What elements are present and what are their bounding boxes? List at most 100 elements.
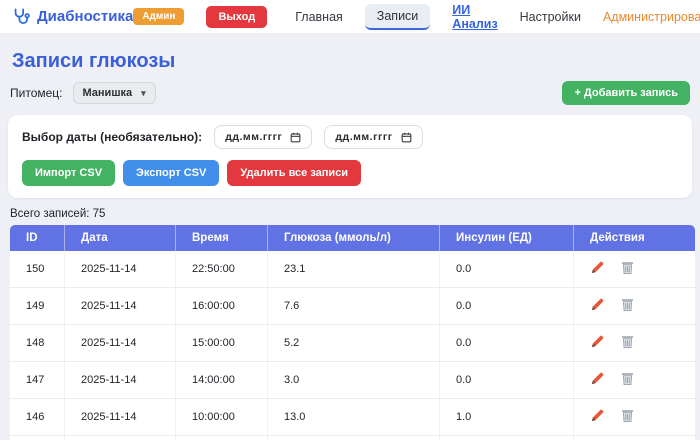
cell-date: 2025-11-14 [65,288,176,325]
add-record-button[interactable]: + Добавить запись [562,81,690,105]
records-table: ID Дата Время Глюкоза (ммоль/л) Инсулин … [10,225,695,440]
logout-button[interactable]: Выход [206,6,267,28]
cell-actions [574,362,695,399]
delete-record-button[interactable] [621,260,634,278]
trash-icon [621,297,634,312]
nav-ai-analysis[interactable]: ИИ Анализ [452,3,497,31]
cell-insulin: 0.0 [440,288,574,325]
pet-select-value: Манишка [83,87,133,99]
cell-id: 147 [10,362,65,399]
col-id: ID [10,225,65,251]
calendar-icon[interactable] [290,132,301,143]
page-title: Записи глюкозы [12,50,688,73]
chevron-down-icon: ▾ [141,88,146,99]
import-csv-button[interactable]: Импорт CSV [22,160,115,186]
col-time: Время [176,225,268,251]
export-csv-button[interactable]: Экспорт CSV [123,160,219,186]
cell-id: 146 [10,399,65,436]
nav-home[interactable]: Главная [295,10,343,24]
table-header-row: ID Дата Время Глюкоза (ммоль/л) Инсулин … [10,225,695,251]
pet-selector-row: Питомец: Манишка ▾ + Добавить запись [10,81,690,105]
date-filter-label: Выбор даты (необязательно): [22,130,202,144]
cell-actions [574,436,695,440]
pet-select[interactable]: Манишка ▾ [73,82,156,104]
date-from-placeholder: дд.мм.гггг [225,131,282,143]
col-date: Дата [65,225,176,251]
cell-time: 14:00:00 [176,362,268,399]
edit-record-button[interactable] [590,298,604,315]
cell-actions [574,288,695,325]
cell-insulin: 0.0 [440,251,574,288]
trash-icon [621,371,634,386]
pencil-icon [590,261,604,275]
nav-records[interactable]: Записи [365,4,431,30]
cell-time: 10:00:00 [176,399,268,436]
pet-label: Питомец: [10,86,63,100]
table-row: 148 2025-11-14 15:00:00 5.2 0.0 [10,325,695,362]
cell-actions [574,325,695,362]
table-row: 145 2025-11-14 04:00:00 19.1 0.0 [10,436,695,440]
delete-record-button[interactable] [621,297,634,315]
cell-time: 04:00:00 [176,436,268,440]
edit-record-button[interactable] [590,261,604,278]
cell-glucose: 7.6 [268,288,440,325]
edit-record-button[interactable] [590,335,604,352]
cell-id: 148 [10,325,65,362]
cell-actions [574,399,695,436]
pencil-icon [590,335,604,349]
calendar-icon[interactable] [401,132,412,143]
delete-all-button[interactable]: Удалить все записи [227,160,361,186]
table-row: 147 2025-11-14 14:00:00 3.0 0.0 [10,362,695,399]
cell-glucose: 5.2 [268,325,440,362]
col-actions: Действия [574,225,695,251]
nav-settings[interactable]: Настройки [520,10,581,24]
topbar: Диабностика Админ Выход Главная Записи И… [0,0,700,34]
total-records: Всего записей: 75 [10,208,690,220]
delete-record-button[interactable] [621,334,634,352]
date-from-input[interactable]: дд.мм.гггг [214,125,312,149]
cell-id: 149 [10,288,65,325]
cell-glucose: 13.0 [268,399,440,436]
nav-administration[interactable]: Администрирование [603,10,700,24]
table-row: 150 2025-11-14 22:50:00 23.1 0.0 [10,251,695,288]
trash-icon [621,408,634,423]
cell-glucose: 23.1 [268,251,440,288]
trash-icon [621,260,634,275]
col-insulin: Инсулин (ЕД) [440,225,574,251]
brand-name: Диабностика [37,8,133,25]
pencil-icon [590,372,604,386]
cell-id: 145 [10,436,65,440]
cell-id: 150 [10,251,65,288]
date-filter-row: Выбор даты (необязательно): дд.мм.гггг д… [22,125,678,149]
date-to-placeholder: дд.мм.гггг [335,131,392,143]
date-to-input[interactable]: дд.мм.гггг [324,125,422,149]
cell-time: 22:50:00 [176,251,268,288]
filter-card: Выбор даты (необязательно): дд.мм.гггг д… [8,115,692,198]
cell-glucose: 19.1 [268,436,440,440]
brand[interactable]: Диабностика [12,7,133,26]
edit-record-button[interactable] [590,409,604,426]
admin-badge: Админ [133,8,184,25]
cell-insulin: 0.0 [440,325,574,362]
cell-time: 15:00:00 [176,325,268,362]
cell-date: 2025-11-14 [65,399,176,436]
cell-date: 2025-11-14 [65,362,176,399]
delete-record-button[interactable] [621,371,634,389]
table-row: 149 2025-11-14 16:00:00 7.6 0.0 [10,288,695,325]
top-navigation: Админ Выход Главная Записи ИИ Анализ Нас… [133,3,700,31]
cell-date: 2025-11-14 [65,251,176,288]
pencil-icon [590,409,604,423]
cell-date: 2025-11-14 [65,436,176,440]
stethoscope-icon [12,7,31,26]
delete-record-button[interactable] [621,408,634,426]
cell-time: 16:00:00 [176,288,268,325]
table-row: 146 2025-11-14 10:00:00 13.0 1.0 [10,399,695,436]
cell-insulin: 1.0 [440,399,574,436]
cell-date: 2025-11-14 [65,325,176,362]
trash-icon [621,334,634,349]
cell-glucose: 3.0 [268,362,440,399]
cell-insulin: 0.0 [440,436,574,440]
main-content: Записи глюкозы Питомец: Манишка ▾ + Доба… [0,50,700,440]
col-glucose: Глюкоза (ммоль/л) [268,225,440,251]
edit-record-button[interactable] [590,372,604,389]
